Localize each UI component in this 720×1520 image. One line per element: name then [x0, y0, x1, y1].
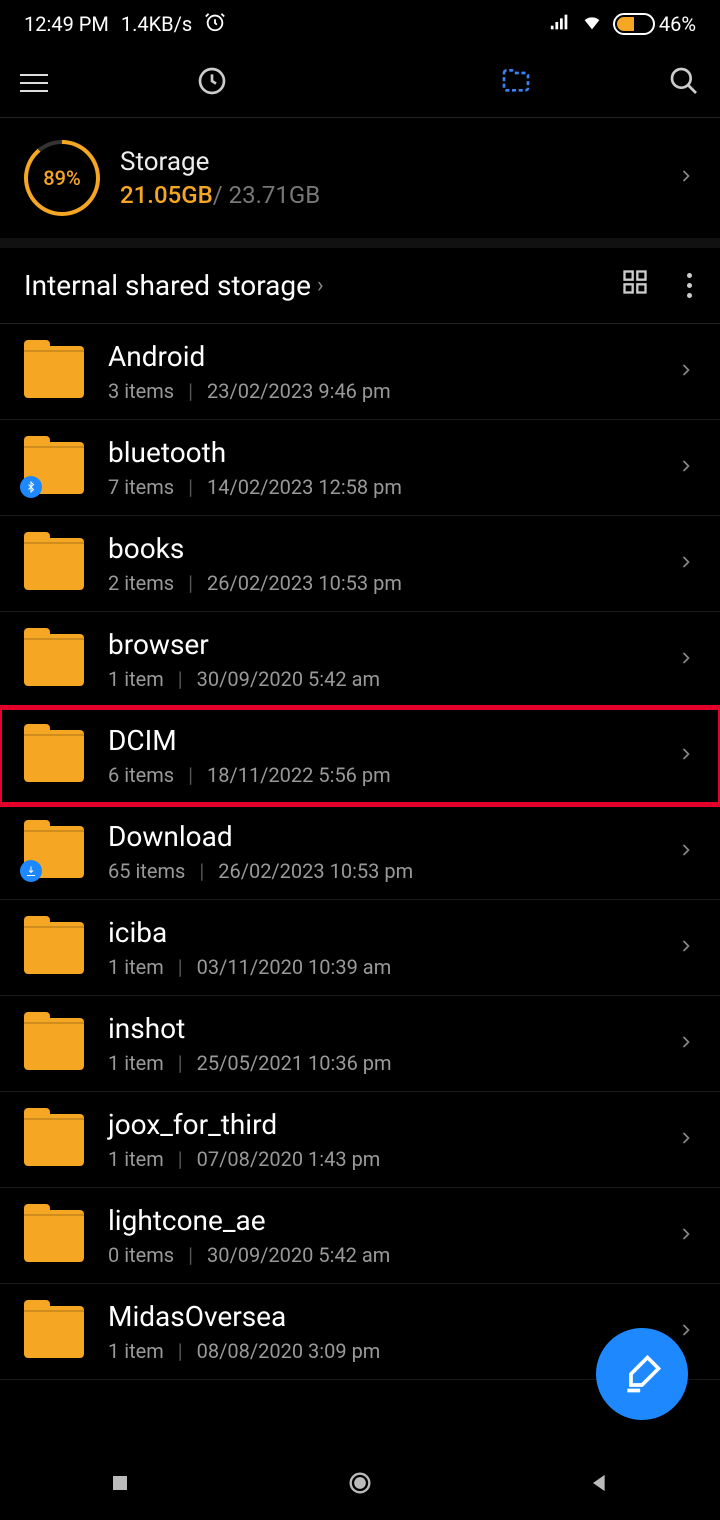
folder-name: DCIM: [108, 724, 652, 757]
folder-meta: 65 items|26/02/2023 10:53 pm: [108, 859, 652, 883]
folder-name: Download: [108, 820, 652, 853]
storage-summary[interactable]: 89% Storage 21.05GB/ 23.71GB: [0, 118, 720, 238]
folder-name: lightcone_ae: [108, 1204, 652, 1237]
folder-icon: [24, 442, 84, 494]
storage-percent: 89%: [43, 166, 80, 190]
folder-meta: 6 items|18/11/2022 5:56 pm: [108, 763, 652, 787]
status-bar: 12:49 PM 1.4KB/s 46%: [0, 0, 720, 48]
folder-meta: 1 item|08/08/2020 3:09 pm: [108, 1339, 652, 1363]
chevron-right-icon: [676, 936, 696, 960]
status-speed: 1.4KB/s: [121, 12, 192, 36]
folder-icon: [24, 1018, 84, 1070]
chevron-right-icon: [676, 552, 696, 576]
folder-name: inshot: [108, 1012, 652, 1045]
folder-row[interactable]: Android 3 items|23/02/2023 9:46 pm: [0, 324, 720, 420]
folder-meta: 0 items|30/09/2020 5:42 am: [108, 1243, 652, 1267]
chevron-right-icon: [676, 648, 696, 672]
battery-indicator: 46%: [613, 12, 696, 36]
system-nav-bar: [0, 1450, 720, 1520]
breadcrumb: Internal shared storage ›: [0, 248, 720, 323]
folder-meta: 1 item|30/09/2020 5:42 am: [108, 667, 652, 691]
more-options-button[interactable]: [683, 269, 696, 302]
wifi-icon: [581, 11, 603, 38]
folder-row[interactable]: lightcone_ae 0 items|30/09/2020 5:42 am: [0, 1188, 720, 1284]
storage-used: 21.05GB: [120, 181, 213, 209]
nav-recents-button[interactable]: [106, 1469, 134, 1501]
folder-icon: [24, 346, 84, 398]
folder-icon: [24, 634, 84, 686]
download-badge-icon: [20, 860, 42, 882]
storage-ring: 89%: [24, 140, 100, 216]
folder-row[interactable]: books 2 items|26/02/2023 10:53 pm: [0, 516, 720, 612]
bluetooth-badge-icon: [20, 476, 42, 498]
signal-icon: [549, 11, 571, 38]
folder-name: bluetooth: [108, 436, 652, 469]
chevron-right-icon: [676, 360, 696, 384]
folder-name: Android: [108, 340, 652, 373]
menu-button[interactable]: [20, 74, 60, 92]
chevron-right-icon: [676, 744, 696, 768]
folder-meta: 7 items|14/02/2023 12:58 pm: [108, 475, 652, 499]
folder-icon: [24, 1306, 84, 1358]
clean-fab[interactable]: [596, 1328, 688, 1420]
folder-icon: [24, 1210, 84, 1262]
breadcrumb-path[interactable]: Internal shared storage ›: [24, 269, 324, 302]
folder-row[interactable]: DCIM 6 items|18/11/2022 5:56 pm: [0, 708, 720, 804]
folder-name: iciba: [108, 916, 652, 949]
nav-back-button[interactable]: [586, 1469, 614, 1501]
folder-icon: [24, 538, 84, 590]
folder-icon: [24, 826, 84, 878]
folder-meta: 1 item|03/11/2020 10:39 am: [108, 955, 652, 979]
folder-list: Android 3 items|23/02/2023 9:46 pm bluetoo…: [0, 324, 720, 1380]
folder-name: MidasOversea: [108, 1300, 652, 1333]
folder-meta: 1 item|25/05/2021 10:36 pm: [108, 1051, 652, 1075]
folder-row[interactable]: Download 65 items|26/02/2023 10:53 pm: [0, 804, 720, 900]
folder-name: joox_for_third: [108, 1108, 652, 1141]
status-time: 12:49 PM: [24, 12, 109, 36]
folder-row[interactable]: bluetooth 7 items|14/02/2023 12:58 pm: [0, 420, 720, 516]
folder-icon: [24, 730, 84, 782]
chevron-right-icon: [676, 1128, 696, 1152]
top-tabs: [0, 48, 720, 118]
recent-tab-icon[interactable]: [196, 65, 228, 101]
folder-name: books: [108, 532, 652, 565]
chevron-right-icon: [676, 166, 696, 190]
folder-meta: 1 item|07/08/2020 1:43 pm: [108, 1147, 652, 1171]
view-grid-button[interactable]: [621, 268, 649, 303]
chevron-right-icon: [676, 1320, 696, 1344]
breadcrumb-label: Internal shared storage: [24, 269, 311, 302]
search-button[interactable]: [668, 65, 700, 101]
folder-row[interactable]: iciba 1 item|03/11/2020 10:39 am: [0, 900, 720, 996]
chevron-right-icon: [676, 1224, 696, 1248]
folder-row[interactable]: inshot 1 item|25/05/2021 10:36 pm: [0, 996, 720, 1092]
folder-row[interactable]: joox_for_third 1 item|07/08/2020 1:43 pm: [0, 1092, 720, 1188]
folder-icon: [24, 1114, 84, 1166]
folder-meta: 2 items|26/02/2023 10:53 pm: [108, 571, 652, 595]
storage-title: Storage: [120, 147, 320, 177]
folder-row[interactable]: browser 1 item|30/09/2020 5:42 am: [0, 612, 720, 708]
chevron-right-icon: ›: [317, 273, 324, 298]
storage-total: 23.71GB: [229, 181, 321, 209]
chevron-right-icon: [676, 840, 696, 864]
chevron-right-icon: [676, 456, 696, 480]
folder-name: browser: [108, 628, 652, 661]
nav-home-button[interactable]: [346, 1469, 374, 1501]
files-tab-icon[interactable]: [500, 65, 532, 101]
folder-icon: [24, 922, 84, 974]
folder-meta: 3 items|23/02/2023 9:46 pm: [108, 379, 652, 403]
alarm-icon: [204, 11, 226, 38]
chevron-right-icon: [676, 1032, 696, 1056]
battery-percent: 46%: [659, 12, 696, 36]
